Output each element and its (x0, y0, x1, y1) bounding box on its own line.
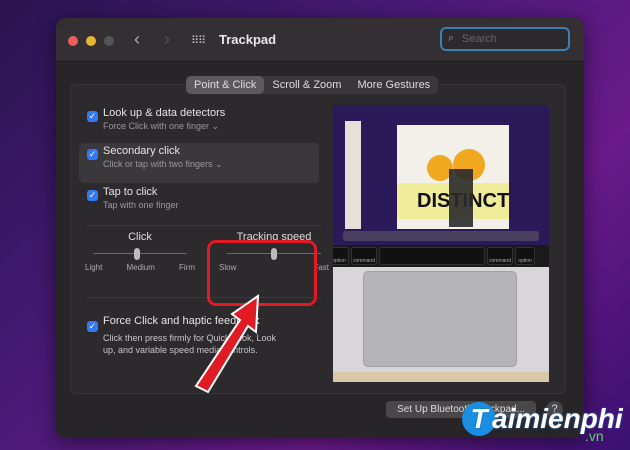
preview-video: DISTINCT option command command option (333, 105, 549, 382)
option-secondary-click[interactable]: ✓ Secondary click Click or tap with two fi… (79, 143, 319, 183)
logo-tld: .vn (585, 428, 604, 444)
key: option (333, 247, 349, 265)
medium-label: Medium (126, 263, 155, 272)
back-icon[interactable]: ‹ (134, 29, 140, 50)
desk (333, 372, 549, 382)
trackpad-image (363, 271, 517, 367)
search-placeholder: Search (462, 33, 497, 45)
trackpad-window: ‹ › ⠿⠿ Trackpad ⌕ Search Point & Click Sc… (56, 18, 584, 438)
red-arrow-icon (194, 294, 260, 394)
zoom-button[interactable] (104, 36, 114, 46)
light-label: Light (85, 263, 103, 272)
option-title: Look up & data detectors (103, 107, 226, 119)
option-lookup[interactable]: ✓ Look up & data detectors Force Click wit… (85, 105, 325, 145)
tab-scroll-zoom[interactable]: Scroll & Zoom (264, 76, 349, 94)
search-input[interactable]: ⌕ Search (440, 27, 570, 51)
option-tap-to-click[interactable]: ✓ Tap to click Tap with one finger (85, 184, 325, 224)
slide-preview: DISTINCT (397, 125, 509, 229)
context-menu (449, 169, 473, 227)
option-subtitle[interactable]: Click or tap with two fingers ⌄ (103, 159, 223, 170)
option-title: Secondary click (103, 145, 181, 157)
option-subtitle[interactable]: Force Click with one finger ⌄ (103, 121, 219, 132)
firm-label: Firm (179, 263, 195, 272)
dock (343, 231, 539, 241)
option-title: Tap to click (103, 186, 158, 198)
click-label: Click (128, 231, 152, 243)
slide-thumbnails (345, 121, 361, 229)
minimize-button[interactable] (86, 36, 96, 46)
click-slider[interactable]: Click Light Medium Firm (85, 231, 195, 272)
tab-point-click[interactable]: Point & Click (186, 76, 265, 94)
checkbox-icon[interactable]: ✓ (87, 321, 98, 332)
key: command (487, 247, 513, 265)
spacebar (379, 247, 485, 265)
click-slider-knob[interactable] (134, 248, 141, 260)
divider (85, 225, 323, 226)
grid-icon[interactable]: ⠿⠿ (191, 34, 206, 47)
close-button[interactable] (68, 36, 78, 46)
preview-screen: DISTINCT (333, 105, 549, 245)
key: command (351, 247, 377, 265)
option-subtitle: Tap with one finger (103, 200, 179, 210)
keyboard: option command command option (333, 245, 549, 267)
tab-bar: Point & Click Scroll & Zoom More Gesture… (186, 76, 439, 94)
window-title: Trackpad (219, 32, 277, 47)
checkbox-icon[interactable]: ✓ (87, 190, 98, 201)
search-icon: ⌕ (448, 32, 455, 44)
checkbox-icon[interactable]: ✓ (87, 111, 98, 122)
key: option (515, 247, 535, 265)
checkbox-icon[interactable]: ✓ (87, 149, 98, 160)
logo-mark: T (462, 402, 496, 436)
forward-icon[interactable]: › (164, 29, 170, 50)
tab-more-gestures[interactable]: More Gestures (349, 76, 438, 94)
title-bar: ‹ › ⠿⠿ Trackpad ⌕ Search (56, 18, 584, 62)
